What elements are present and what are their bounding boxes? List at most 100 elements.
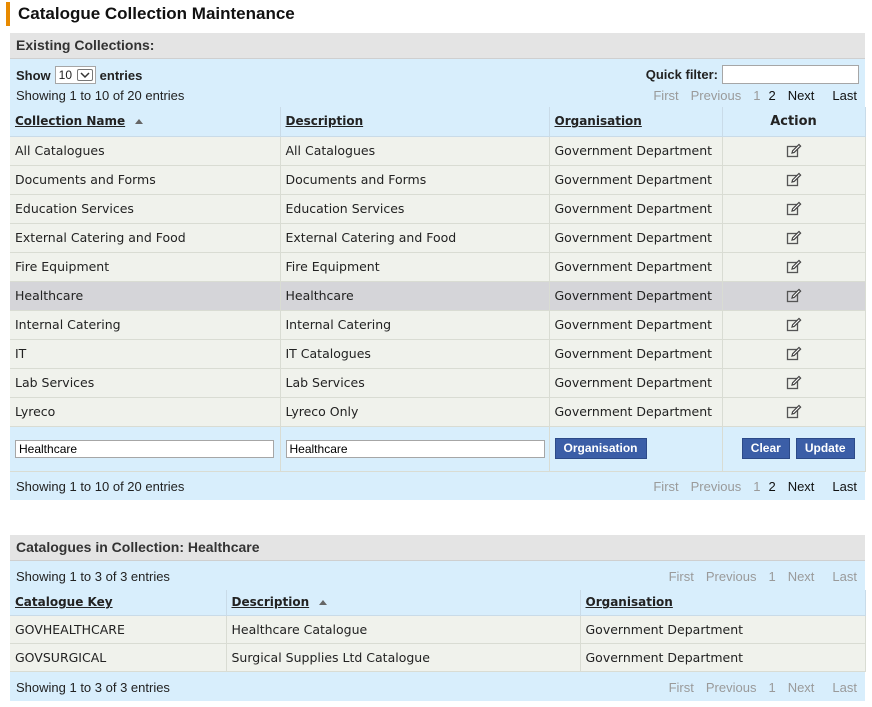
pager-previous[interactable]: Previous [691,479,742,494]
pager-first[interactable]: First [669,569,694,584]
cell-action [722,368,866,398]
page-title: Catalogue Collection Maintenance [6,2,295,26]
pager-page-1[interactable]: 1 [753,479,760,494]
pager-next[interactable]: Next [788,88,815,103]
edit-icon[interactable] [786,346,802,362]
cell-organisation: Government Department [549,252,723,282]
cell-organisation: Government Department [549,136,723,166]
sort-asc-icon [319,600,328,606]
cell-action [722,223,866,253]
collection-name-input[interactable] [15,439,274,458]
pager-last[interactable]: Last [832,479,857,494]
cell-action [722,281,866,311]
edit-icon[interactable] [786,404,802,420]
cell-organisation: Government Department [549,310,723,340]
cell-description: Internal Catering [280,310,550,340]
cell-action [722,136,866,166]
cell-catalogue-organisation: Government Department [580,643,866,672]
catalogues-info-top: Showing 1 to 3 of 3 entries [16,569,170,584]
description-input[interactable] [285,439,545,458]
cell-description: External Catering and Food [280,223,550,253]
pager-previous[interactable]: Previous [706,680,757,695]
table-row[interactable]: Education Services Education Services Gove… [10,194,866,224]
table-row[interactable]: All Catalogues All Catalogues Government D… [10,136,866,166]
edit-form-row: Organisation ClearUpdate [10,426,866,472]
table-row[interactable]: GOVSURGICAL Surgical Supplies Ltd Catalog… [10,643,866,672]
cell-collection-name: Internal Catering [10,310,281,340]
col-catalogue-organisation[interactable]: Organisation [580,590,866,616]
cell-description: IT Catalogues [280,339,550,369]
clear-button[interactable]: Clear [741,438,790,459]
col-catalogue-key[interactable]: Catalogue Key [10,590,227,616]
edit-icon[interactable] [786,201,802,217]
edit-icon[interactable] [786,259,802,275]
collections-footer: Showing 1 to 10 of 20 entries First Prev… [10,471,865,500]
table-row[interactable]: IT IT Catalogues Government Department [10,339,866,369]
table-row[interactable]: Healthcare Healthcare Government Departmen… [10,281,866,311]
cell-description: All Catalogues [280,136,550,166]
col-collection-name[interactable]: Collection Name [10,107,281,137]
edit-icon[interactable] [786,143,802,159]
catalogues-pager-top: First Previous 1 Next Last [669,569,857,584]
edit-icon[interactable] [786,317,802,333]
collections-header: Existing Collections: [10,33,865,59]
pager-first[interactable]: First [653,479,678,494]
cell-organisation: Government Department [549,339,723,369]
organisation-button[interactable]: Organisation [554,438,647,459]
table-row[interactable]: Lyreco Lyreco Only Government Department [10,397,866,427]
cell-organisation: Government Department [549,397,723,427]
cell-collection-name: All Catalogues [10,136,281,166]
update-button[interactable]: Update [795,438,855,459]
pager-previous[interactable]: Previous [706,569,757,584]
edit-icon[interactable] [786,172,802,188]
cell-description: Fire Equipment [280,252,550,282]
col-description[interactable]: Description [280,107,550,137]
chevron-down-icon [76,69,93,81]
table-row[interactable]: GOVHEALTHCARE Healthcare Catalogue Governm… [10,615,866,644]
cell-catalogue-description: Surgical Supplies Ltd Catalogue [226,643,581,672]
pager-page-1[interactable]: 1 [753,88,760,103]
catalogues-table: Catalogue Key Description Organisation G… [10,590,866,672]
cell-collection-name: Lab Services [10,368,281,398]
pager-last[interactable]: Last [832,88,857,103]
cell-catalogue-description: Healthcare Catalogue [226,615,581,644]
pager-page-2[interactable]: 2 [768,88,775,103]
table-row[interactable]: Lab Services Lab Services Government Depar… [10,368,866,398]
pager-page-1[interactable]: 1 [768,569,775,584]
col-catalogue-description[interactable]: Description [226,590,581,616]
collections-table: Collection Name Description Organisation… [10,107,866,472]
pager-last[interactable]: Last [832,680,857,695]
pager-page-1[interactable]: 1 [768,680,775,695]
pager-next[interactable]: Next [788,569,815,584]
collections-toolbar: Show 10 entries Quick filter: Showing 1 … [10,59,865,107]
cell-catalogue-key: GOVSURGICAL [10,643,227,672]
pager-first[interactable]: First [669,680,694,695]
cell-description: Documents and Forms [280,165,550,195]
pager-last[interactable]: Last [832,569,857,584]
table-row[interactable]: External Catering and Food External Cater… [10,223,866,253]
entries-label: entries [99,67,143,83]
cell-description: Education Services [280,194,550,224]
cell-organisation: Government Department [549,165,723,195]
catalogues-panel: Catalogues in Collection: Healthcare Sho… [10,535,866,701]
edit-icon[interactable] [786,230,802,246]
pager-page-2[interactable]: 2 [768,479,775,494]
cell-action [722,252,866,282]
edit-icon[interactable] [786,288,802,304]
page-size-select[interactable]: 10 [54,66,96,84]
quick-filter-label: Quick filter: [645,67,718,82]
table-row[interactable]: Fire Equipment Fire Equipment Government D… [10,252,866,282]
quick-filter-input[interactable] [722,65,859,84]
pager-next[interactable]: Next [788,680,815,695]
pager-first[interactable]: First [653,88,678,103]
table-row[interactable]: Internal Catering Internal Catering Govern… [10,310,866,340]
table-row[interactable]: Documents and Forms Documents and Forms Go… [10,165,866,195]
pager-previous[interactable]: Previous [691,88,742,103]
cell-organisation: Government Department [549,194,723,224]
col-organisation[interactable]: Organisation [549,107,723,137]
pager-next[interactable]: Next [788,479,815,494]
cell-collection-name: Education Services [10,194,281,224]
cell-action [722,310,866,340]
edit-icon[interactable] [786,375,802,391]
cell-organisation: Government Department [549,368,723,398]
